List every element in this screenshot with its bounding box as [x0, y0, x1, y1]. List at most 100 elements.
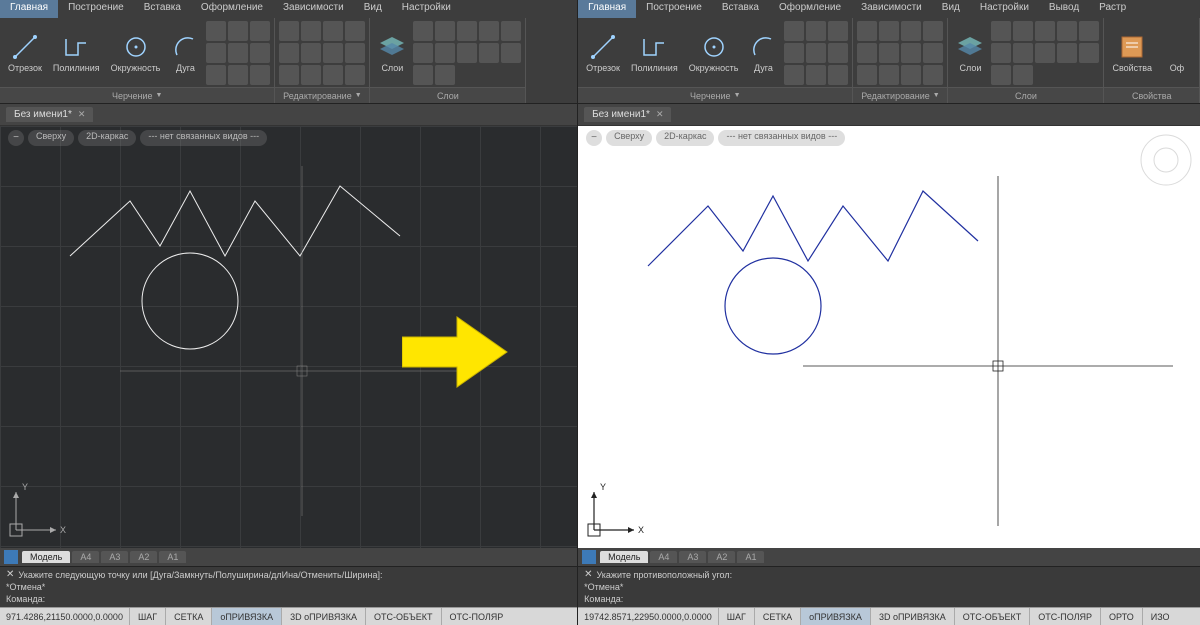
command-line-left[interactable]: ✕ Укажите следующую точку или [Дуга/Замк…: [0, 566, 577, 607]
drawing-canvas-light[interactable]: − Сверху 2D-каркас --- нет связанных вид…: [578, 126, 1200, 548]
status-СЕТКА[interactable]: СЕТКА: [165, 608, 211, 625]
tool-icon[interactable]: [413, 65, 433, 85]
tool-icon[interactable]: [457, 43, 477, 63]
status-оПРИВЯЗКА[interactable]: оПРИВЯЗКА: [211, 608, 281, 625]
layout-tab-A1[interactable]: A1: [737, 551, 764, 563]
panel-label-edit[interactable]: Редактирование▼: [275, 87, 369, 103]
tool-icon[interactable]: [413, 21, 433, 41]
panel-label-draw[interactable]: Черчение▼: [0, 87, 274, 103]
tool-icon[interactable]: [879, 65, 899, 85]
tool-icon[interactable]: [206, 43, 226, 63]
drawing-canvas-dark[interactable]: − Сверху 2D-каркас --- нет связанных вид…: [0, 126, 577, 548]
cmd-close-icon[interactable]: ✕: [6, 569, 14, 581]
tool-icon[interactable]: [501, 21, 521, 41]
tool-icon[interactable]: [1057, 43, 1077, 63]
status-ОРТО[interactable]: ОРТО: [1100, 608, 1142, 625]
tool-icon[interactable]: [1013, 21, 1033, 41]
view-pill-top[interactable]: Сверху: [28, 130, 74, 146]
tool-icon[interactable]: [228, 43, 248, 63]
tool-icon[interactable]: [479, 21, 499, 41]
menu-Вид[interactable]: Вид: [354, 0, 392, 18]
menu-Зависимости[interactable]: Зависимости: [851, 0, 932, 18]
menu-Построение[interactable]: Построение: [636, 0, 712, 18]
tool-icon[interactable]: [501, 43, 521, 63]
tool-icon[interactable]: [345, 65, 365, 85]
tool-icon[interactable]: [228, 21, 248, 41]
tool-icon[interactable]: [991, 21, 1011, 41]
tool-of[interactable]: Оф: [1159, 31, 1195, 75]
layout-tab-A2[interactable]: A2: [130, 551, 157, 563]
tool-icon[interactable]: [828, 65, 848, 85]
tool-icon[interactable]: [806, 65, 826, 85]
tool-icon[interactable]: [828, 21, 848, 41]
close-icon[interactable]: ✕: [78, 109, 86, 120]
panel-label-props[interactable]: Свойства: [1104, 87, 1199, 103]
status-ШАГ[interactable]: ШАГ: [129, 608, 165, 625]
layout-icon[interactable]: [4, 550, 18, 564]
tool-icon[interactable]: [457, 21, 477, 41]
tool-icon[interactable]: [1057, 21, 1077, 41]
tool-icon[interactable]: [279, 65, 299, 85]
tool-icon[interactable]: [250, 65, 270, 85]
tool-icon[interactable]: [435, 65, 455, 85]
menu-Вывод[interactable]: Вывод: [1039, 0, 1089, 18]
tool-icon[interactable]: [279, 21, 299, 41]
tool-icon[interactable]: [345, 43, 365, 63]
tool-icon[interactable]: [206, 65, 226, 85]
tool-icon[interactable]: [784, 65, 804, 85]
status-3D оПРИВЯЗКА[interactable]: 3D оПРИВЯЗКА: [281, 608, 365, 625]
tool-icon[interactable]: [323, 21, 343, 41]
tool-Окружность[interactable]: Окружность: [685, 31, 743, 75]
menu-Вид[interactable]: Вид: [932, 0, 970, 18]
layout-tab-A2[interactable]: A2: [708, 551, 735, 563]
panel-label-layers[interactable]: Слои: [948, 87, 1103, 103]
tool-icon[interactable]: [901, 43, 921, 63]
layout-tab-A3[interactable]: A3: [679, 551, 706, 563]
layout-tab-A4[interactable]: A4: [650, 551, 677, 563]
command-line-right[interactable]: ✕ Укажите противоположный угол: *Отмена*…: [578, 566, 1200, 607]
view-pill-wire[interactable]: 2D-каркас: [656, 130, 714, 146]
tool-Отрезок[interactable]: Отрезок: [4, 31, 46, 75]
cmd-close-icon[interactable]: ✕: [584, 569, 592, 581]
panel-label-layers[interactable]: Слои: [370, 87, 525, 103]
tool-icon[interactable]: [857, 43, 877, 63]
tool-icon[interactable]: [435, 43, 455, 63]
tool-icon[interactable]: [857, 21, 877, 41]
status-ОТС-ОБЪЕКТ[interactable]: ОТС-ОБЪЕКТ: [954, 608, 1029, 625]
tool-layers[interactable]: Слои: [374, 31, 410, 75]
menu-Главная[interactable]: Главная: [0, 0, 58, 18]
tool-Отрезок[interactable]: Отрезок: [582, 31, 624, 75]
tool-icon[interactable]: [301, 21, 321, 41]
status-оПРИВЯЗКА[interactable]: оПРИВЯЗКА: [800, 608, 870, 625]
tool-icon[interactable]: [901, 21, 921, 41]
layout-tab-A4[interactable]: A4: [72, 551, 99, 563]
tool-icon[interactable]: [923, 43, 943, 63]
menu-Вставка[interactable]: Вставка: [712, 0, 769, 18]
status-ОТС-ПОЛЯР[interactable]: ОТС-ПОЛЯР: [441, 608, 512, 625]
tool-Дуга[interactable]: Дуга: [745, 31, 781, 75]
status-ОТС-ОБЪЕКТ[interactable]: ОТС-ОБЪЕКТ: [365, 608, 440, 625]
doc-tab[interactable]: Без имени1*✕: [584, 107, 671, 122]
menu-Растр[interactable]: Растр: [1089, 0, 1136, 18]
tool-icon[interactable]: [323, 65, 343, 85]
tool-icon[interactable]: [806, 43, 826, 63]
tool-icon[interactable]: [879, 43, 899, 63]
status-3D оПРИВЯЗКА[interactable]: 3D оПРИВЯЗКА: [870, 608, 954, 625]
tool-icon[interactable]: [1079, 21, 1099, 41]
tool-Полилиния[interactable]: Полилиния: [49, 31, 104, 75]
tool-Полилиния[interactable]: Полилиния: [627, 31, 682, 75]
tool-icon[interactable]: [1013, 65, 1033, 85]
status-СЕТКА[interactable]: СЕТКА: [754, 608, 800, 625]
layout-tab-Модель[interactable]: Модель: [22, 551, 70, 563]
status-ОТС-ПОЛЯР[interactable]: ОТС-ПОЛЯР: [1029, 608, 1100, 625]
menu-Построение[interactable]: Построение: [58, 0, 134, 18]
tool-icon[interactable]: [828, 43, 848, 63]
status-ИЗО[interactable]: ИЗО: [1142, 608, 1178, 625]
tool-icon[interactable]: [228, 65, 248, 85]
panel-label-edit[interactable]: Редактирование▼: [853, 87, 947, 103]
doc-tab[interactable]: Без имени1*✕: [6, 107, 93, 122]
tool-icon[interactable]: [345, 21, 365, 41]
tool-icon[interactable]: [323, 43, 343, 63]
view-pill-top[interactable]: Сверху: [606, 130, 652, 146]
tool-icon[interactable]: [301, 65, 321, 85]
